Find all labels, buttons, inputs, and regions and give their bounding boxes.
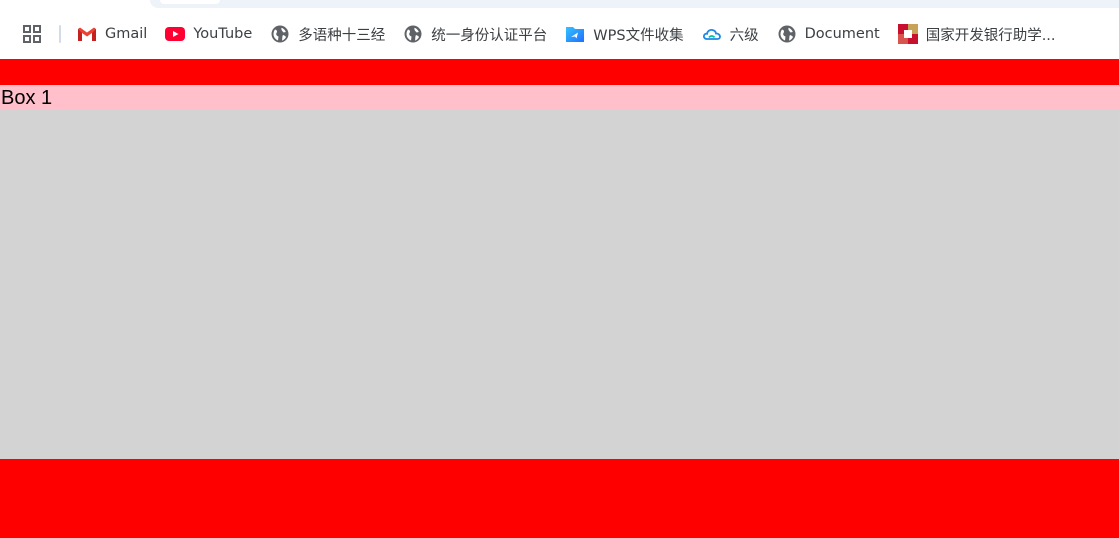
bookmark-label: 统一身份认证平台	[431, 27, 548, 44]
bookmark-liuji[interactable]: 六级	[694, 19, 769, 49]
active-tab-edge[interactable]	[160, 0, 220, 4]
bookmark-document[interactable]: Document	[769, 19, 890, 49]
wps-icon	[565, 24, 585, 44]
bookmark-label: YouTube	[193, 26, 253, 42]
bookmark-duoyuzhong[interactable]: 多语种十三经	[262, 19, 395, 49]
bookmark-label: 六级	[729, 27, 759, 44]
bookmarks-separator	[59, 25, 61, 43]
globe-icon	[403, 24, 423, 44]
youtube-icon	[165, 24, 186, 44]
bookmarks-bar: Gmail YouTube 多语种十三经 统一身份认证平台 WPS文件收集 六级…	[0, 12, 1119, 56]
globe-icon	[777, 24, 797, 44]
bookmark-label: 多语种十三经	[298, 27, 386, 44]
tab-strip-edge	[150, 0, 1119, 8]
red-band-top	[0, 59, 1119, 85]
bookmark-gmail[interactable]: Gmail	[69, 19, 157, 49]
globe-icon	[270, 24, 290, 44]
grey-content-area	[0, 109, 1119, 459]
bookmark-label: Gmail	[105, 26, 148, 42]
bookmark-label: 国家开发银行助学...	[925, 27, 1056, 44]
bookmark-label: WPS文件收集	[593, 27, 684, 44]
gmail-icon	[77, 24, 97, 44]
cloud-icon	[702, 24, 722, 44]
red-band-bottom	[0, 459, 1119, 538]
bookmark-label: Document	[804, 26, 880, 42]
bookmark-youtube[interactable]: YouTube	[157, 19, 262, 49]
bookmark-tongyi-shenfen[interactable]: 统一身份认证平台	[395, 19, 557, 49]
bookmark-wps[interactable]: WPS文件收集	[557, 19, 693, 49]
apps-grid-icon[interactable]	[15, 17, 49, 51]
box-1: Box 1	[0, 85, 1119, 109]
bank-logo-icon	[897, 24, 918, 44]
bookmark-cdb-student-loan[interactable]: 国家开发银行助学...	[890, 19, 1066, 49]
browser-chrome: Gmail YouTube 多语种十三经 统一身份认证平台 WPS文件收集 六级…	[0, 0, 1119, 59]
